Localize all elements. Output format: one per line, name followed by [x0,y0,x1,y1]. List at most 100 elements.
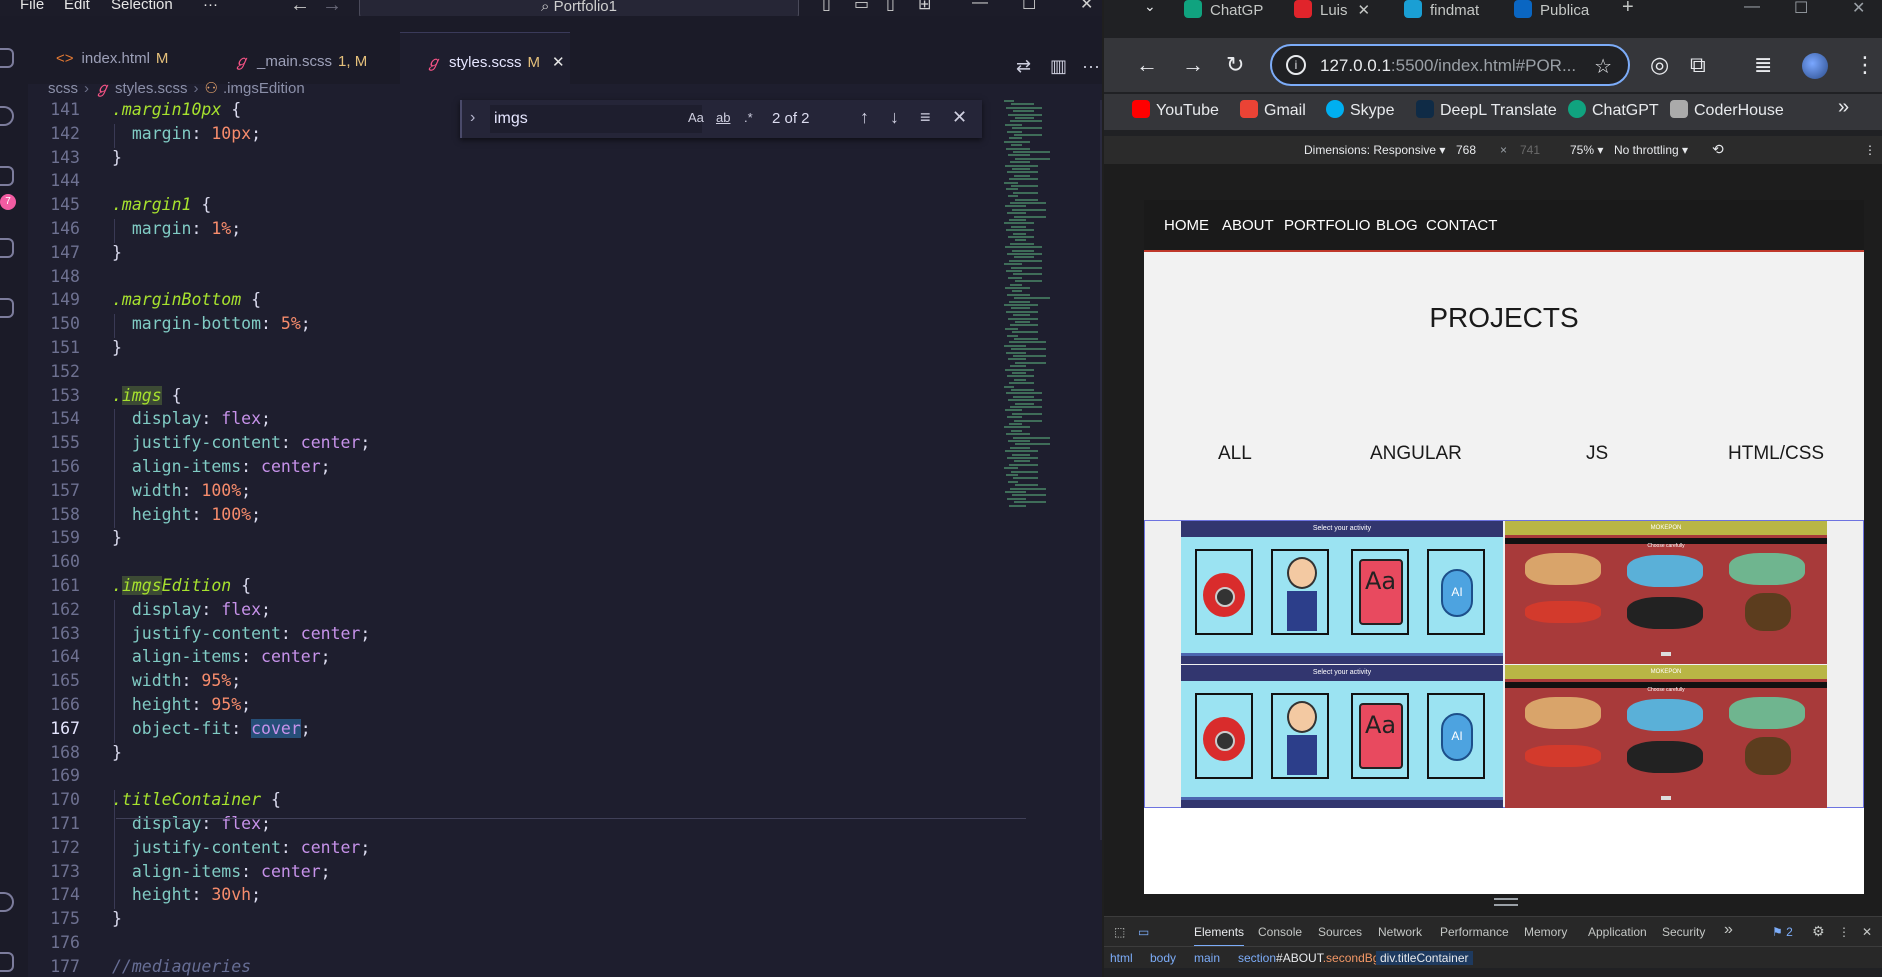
code-line[interactable]: 161 .imgsEdition { [28,576,1008,600]
profile-avatar[interactable] [1802,53,1828,79]
code-line[interactable]: 157 width: 100%; [28,481,1008,505]
bookmark-chatgpt[interactable]: ChatGPT [1568,100,1659,120]
close-window-icon[interactable]: ✕ [1080,0,1093,14]
project-card-activity[interactable]: Select your activity Aa AI [1181,521,1503,664]
code-line[interactable]: 163 justify-content: center; [28,624,1008,648]
browser-tab[interactable]: Publica [1514,0,1589,19]
device-toggle-icon[interactable]: ▭ [1138,925,1149,939]
code-line[interactable]: 170 .titleContainer { [28,790,1008,814]
minimap[interactable] [1000,100,1102,580]
nav-portfolio[interactable]: PORTFOLIO [1284,217,1370,234]
code-line[interactable]: 175} [28,909,1008,933]
new-tab-button[interactable]: + [1622,0,1634,19]
tab-application[interactable]: Application [1588,925,1647,939]
code-line[interactable]: 174 height: 30vh; [28,885,1008,909]
menu-edit[interactable]: Edit [64,0,90,13]
code-line[interactable]: 154 display: flex; [28,409,1008,433]
maximize-icon[interactable]: ☐ [1794,0,1808,18]
toggle-replace-chevron-icon[interactable]: › [470,109,475,127]
inspect-element-icon[interactable]: ⬚ [1114,925,1125,939]
next-match-arrow-icon[interactable]: ↓ [890,107,899,128]
filter-all[interactable]: ALL [1218,443,1252,465]
close-window-icon[interactable]: ✕ [1852,0,1865,18]
filter-html-css[interactable]: HTML/CSS [1728,443,1824,465]
close-tab-icon[interactable]: ✕ [552,54,565,71]
crumb-div[interactable]: div.titleContainer [1376,951,1473,965]
tab-performance[interactable]: Performance [1440,925,1509,939]
code-line[interactable]: 167 object-fit: cover; [28,718,1008,743]
source-control-icon[interactable] [0,166,14,186]
menu-file[interactable]: File [20,0,44,13]
browser-tab[interactable]: ChatGP [1184,0,1263,19]
code-line[interactable]: 153 .imgs { [28,385,1008,410]
browser-tab[interactable]: Luis ✕ [1294,0,1370,19]
tab-security[interactable]: Security [1662,925,1705,939]
maximize-icon[interactable]: ☐ [1022,0,1036,14]
manage-gear-icon[interactable] [0,952,14,972]
crumb-main[interactable]: main [1194,951,1220,965]
menu-selection[interactable]: Selection [111,0,173,13]
code-line[interactable]: 173 align-items: center; [28,862,1008,886]
height-input[interactable]: 741 [1520,143,1540,157]
code-line[interactable]: 152 [28,362,1008,386]
code-line[interactable]: 169 [28,766,1008,790]
code-line[interactable]: 146 margin: 1%; [28,219,1008,243]
crumb-body[interactable]: body [1150,951,1176,965]
crumb-section[interactable]: section#ABOUT.secondBg [1238,951,1379,965]
account-icon[interactable] [0,892,14,912]
rotate-icon[interactable]: ⟲ [1712,141,1724,158]
issues-counter[interactable]: ⚑ 2 [1772,925,1793,939]
tab-memory[interactable]: Memory [1524,925,1567,939]
extensions-icon[interactable] [0,298,14,318]
filter-angular[interactable]: ANGULAR [1370,443,1462,465]
layout-panel-icon[interactable]: ▭ [854,0,869,14]
layout-sidebar-icon[interactable]: ▯ [822,0,831,14]
settings-gear-icon[interactable]: ⚙ [1812,923,1825,940]
code-line[interactable]: 147} [28,243,1008,267]
code-line[interactable]: 144 [28,171,1008,195]
code-line[interactable]: 148 [28,267,1008,291]
split-editor-icon[interactable]: ▥ [1050,56,1067,77]
find-input[interactable] [490,105,702,133]
performance-icon[interactable]: ◎ [1650,52,1669,78]
code-line[interactable]: 172 justify-content: center; [28,838,1008,862]
site-info-icon[interactable]: i [1286,55,1306,75]
explorer-icon[interactable] [0,48,14,68]
tab-elements[interactable]: Elements [1194,925,1245,947]
bookmarks-overflow[interactable]: » [1838,96,1849,119]
code-editor[interactable]: 141 .margin10px {142 margin: 10px; 143} 144… [28,100,1026,977]
device-menu-icon[interactable]: ⋮ [1864,143,1876,157]
code-line[interactable]: 145 .margin1 { [28,195,1008,219]
tab-search-chevron-icon[interactable]: ⌄ [1144,0,1156,15]
address-bar[interactable]: i 127.0.0.1:5500/index.html#POR... ☆ [1270,44,1630,86]
tab-network[interactable]: Network [1378,925,1422,939]
code-line[interactable]: 150 margin-bottom: 5%; [28,314,1008,338]
tab-console[interactable]: Console [1258,925,1302,939]
layout-secondary-icon[interactable]: ▯ [886,0,895,14]
code-line[interactable]: 159} [28,528,1008,552]
more-actions-icon[interactable]: ··· [1082,56,1100,77]
reload-icon[interactable]: ↻ [1226,52,1244,78]
find-in-selection-icon[interactable]: ≡ [920,107,931,128]
code-line[interactable]: 143} [28,148,1008,172]
project-card-mokepon[interactable]: MOKEPON Choose carefully [1505,665,1827,808]
browser-tab[interactable]: findmat [1404,0,1479,19]
zoom-select[interactable]: 75% ▾ [1570,143,1603,157]
back-arrow-icon[interactable]: ← [290,0,310,17]
code-line[interactable]: 155 justify-content: center; [28,433,1008,457]
nav-about[interactable]: ABOUT [1222,217,1274,234]
match-whole-word-toggle[interactable]: ab [716,110,730,125]
close-find-icon[interactable]: ✕ [952,107,967,128]
compare-changes-icon[interactable]: ⇄ [1016,56,1031,77]
search-icon[interactable] [0,106,14,126]
browser-menu-icon[interactable]: ⋮ [1854,52,1876,78]
bookmark-skype[interactable]: Skype [1326,100,1394,120]
project-card-activity[interactable]: Select your activity Aa AI [1181,665,1503,808]
code-line[interactable]: 149 .marginBottom { [28,290,1008,314]
forward-arrow-icon[interactable]: → [322,0,342,17]
run-debug-icon[interactable] [0,238,14,258]
previous-match-arrow-icon[interactable]: ↑ [860,107,869,128]
breadcrumb-file[interactable]: styles.scss [115,80,188,97]
filter-js[interactable]: JS [1586,443,1608,465]
minimize-icon[interactable]: — [972,0,988,12]
